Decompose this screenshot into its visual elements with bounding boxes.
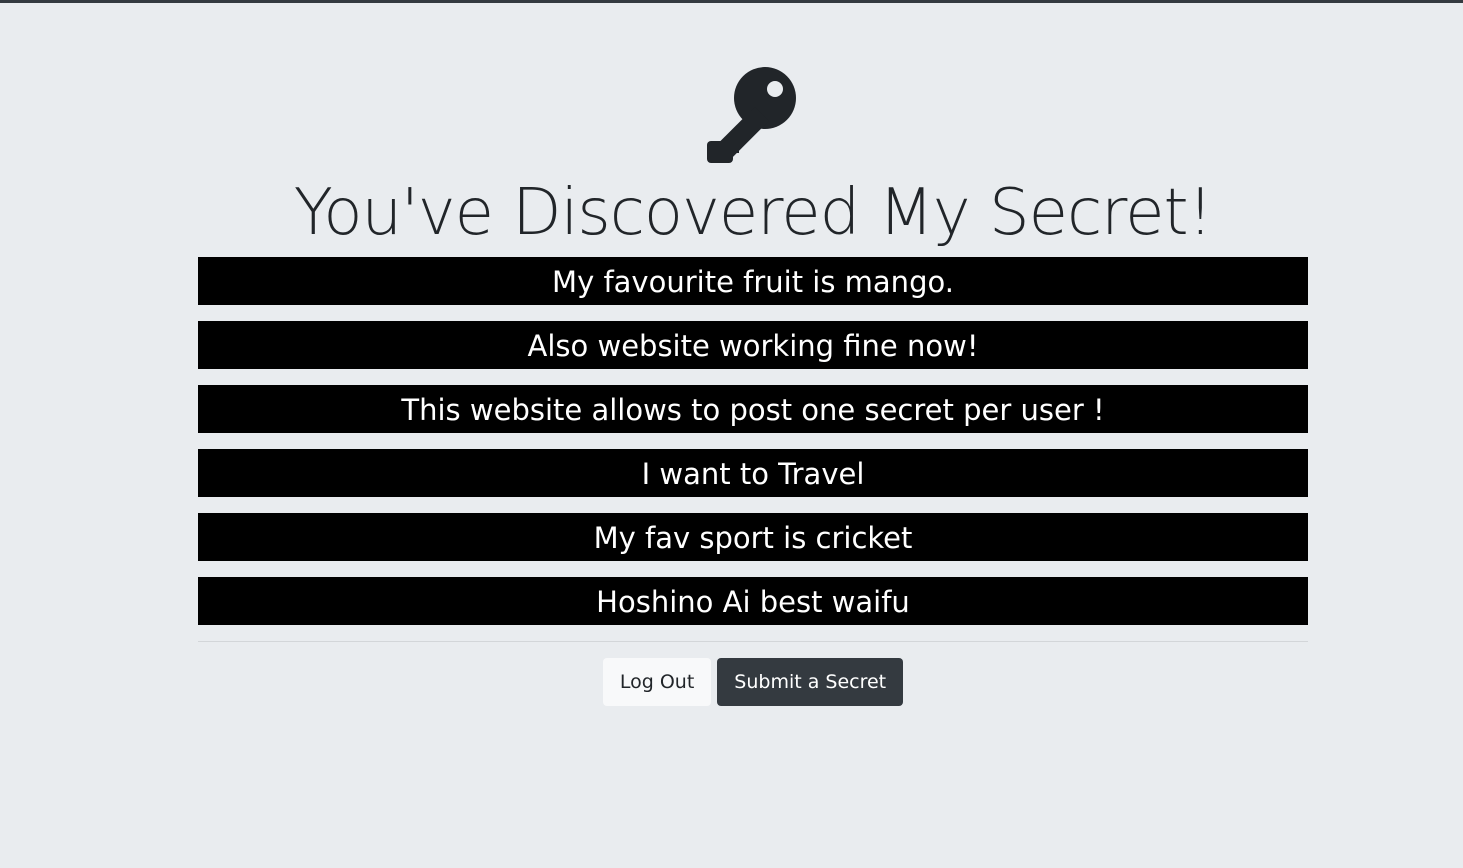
secret-item: Also website working fine now! (198, 321, 1308, 369)
jumbotron: You've Discovered My Secret! My favourit… (198, 3, 1308, 706)
secret-item: This website allows to post one secret p… (198, 385, 1308, 433)
page-title: You've Discovered My Secret! (293, 176, 1213, 250)
key-icon (707, 67, 796, 163)
logout-button[interactable]: Log Out (602, 658, 712, 706)
secret-item: My fav sport is cricket (198, 513, 1308, 561)
divider (198, 641, 1308, 642)
submit-secret-button[interactable]: Submit a Secret (717, 658, 904, 706)
button-group: Log Out Submit a Secret (198, 658, 1308, 706)
secret-item: I want to Travel (198, 449, 1308, 497)
secrets-list: My favourite fruit is mango. Also websit… (198, 257, 1308, 625)
secret-item: My favourite fruit is mango. (198, 257, 1308, 305)
secret-item: Hoshino Ai best waifu (198, 577, 1308, 625)
